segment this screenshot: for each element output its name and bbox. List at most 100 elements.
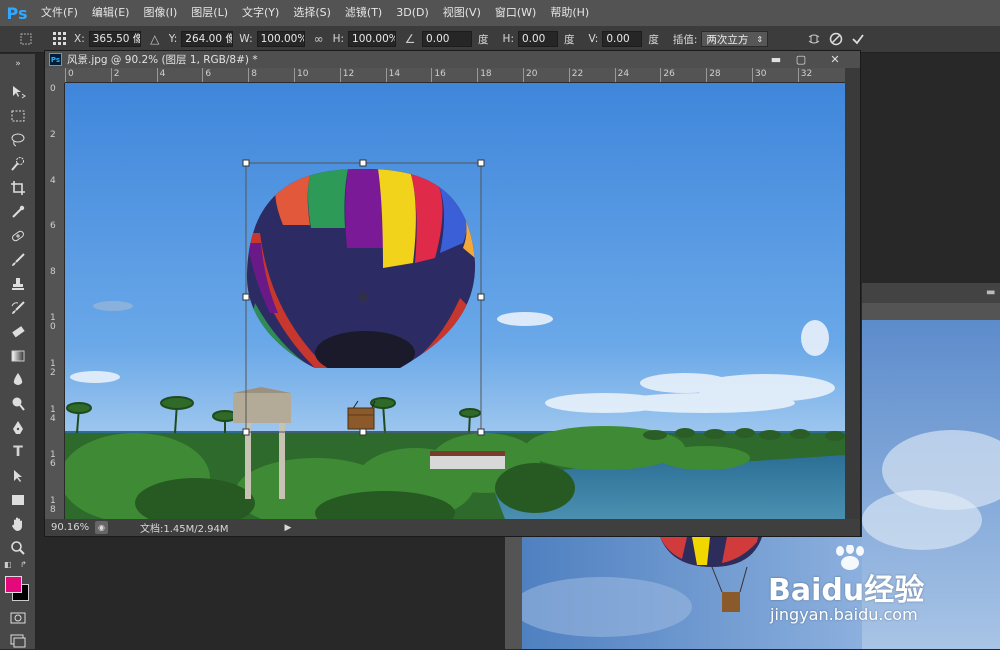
- h-skew-label: H:: [502, 33, 514, 45]
- rectangle-tool-icon[interactable]: [8, 490, 28, 510]
- ruler-top-tick: [568, 68, 570, 82]
- interpolation-value: 两次立方: [706, 33, 749, 46]
- quick-mask-icon[interactable]: [8, 608, 28, 628]
- panel-collapse-icon[interactable]: »: [8, 58, 28, 70]
- rotation-field[interactable]: 0.00: [422, 31, 473, 47]
- menu-select[interactable]: 选择(S): [286, 0, 338, 26]
- ruler-top-tick: [294, 68, 295, 82]
- hand-tool-icon[interactable]: [8, 514, 28, 534]
- menu-help[interactable]: 帮助(H): [543, 0, 596, 26]
- second-window-minimize-icon[interactable]: ▬: [986, 287, 995, 298]
- brush-tool-icon[interactable]: [8, 250, 28, 270]
- interpolation-label: 插值:: [672, 33, 698, 46]
- minimize-button[interactable]: ▬: [764, 51, 788, 68]
- document-info: 文档:1.45M/2.94M: [140, 524, 229, 535]
- ruler-top-tick: [339, 68, 341, 82]
- baidu-watermark: Baidu经验 jingyan.baidu.com: [738, 544, 993, 625]
- photoshop-logo: Ps: [6, 3, 28, 23]
- path-selection-tool-icon[interactable]: [8, 466, 28, 486]
- options-bar: X: 365.50 像 △ Y: 264.00 像 W: 100.00% ∞ H…: [0, 26, 1000, 53]
- lasso-tool-icon[interactable]: [8, 130, 28, 150]
- dodge-tool-icon[interactable]: [8, 394, 28, 414]
- menu-image[interactable]: 图像(I): [136, 0, 184, 26]
- ruler-top-label: 20: [526, 69, 538, 79]
- screen-mode-icon[interactable]: [8, 630, 28, 650]
- ruler-left-label: 18: [50, 496, 56, 516]
- ruler-top-tick: [110, 68, 112, 82]
- lower-window-ruler: [505, 537, 522, 649]
- zoom-tool-icon[interactable]: [8, 538, 28, 558]
- menu-3d[interactable]: 3D(D): [389, 0, 436, 26]
- menu-layer[interactable]: 图层(L): [184, 0, 235, 26]
- v-skew-label: V:: [588, 33, 599, 45]
- quick-selection-tool-icon[interactable]: [8, 154, 28, 174]
- blur-tool-icon[interactable]: [8, 370, 28, 390]
- ruler-top-label: 30: [755, 69, 767, 79]
- menu-view[interactable]: 视图(V): [436, 0, 488, 26]
- warp-mode-icon[interactable]: [806, 31, 822, 47]
- ruler-top-tick: [431, 68, 433, 82]
- menu-filter[interactable]: 滤镜(T): [338, 0, 389, 26]
- vertical-scrollbar[interactable]: [845, 68, 860, 519]
- link-icon[interactable]: ∞: [311, 31, 327, 47]
- h-skew-field[interactable]: 0.00: [517, 31, 558, 47]
- transform-tool-icon[interactable]: [18, 31, 34, 47]
- interpolation-select[interactable]: 两次立方 ⇕: [701, 31, 769, 47]
- eraser-tool-icon[interactable]: [8, 322, 28, 342]
- clone-stamp-tool-icon[interactable]: [8, 274, 28, 294]
- chevron-updown-icon: ⇕: [756, 34, 764, 44]
- width-field[interactable]: 100.00%: [256, 31, 305, 47]
- move-tool-icon[interactable]: [8, 82, 28, 102]
- gradient-tool-icon[interactable]: [8, 346, 28, 366]
- menu-window[interactable]: 窗口(W): [488, 0, 543, 26]
- pen-tool-icon[interactable]: [8, 418, 28, 438]
- ruler-top-label: 10: [297, 69, 309, 79]
- ruler-top-label: 22: [571, 69, 584, 79]
- ruler-top-label: 32: [800, 69, 813, 79]
- ruler-top-label: 24: [617, 69, 630, 79]
- healing-brush-tool-icon[interactable]: [8, 226, 28, 246]
- foreground-color-swatch[interactable]: [5, 576, 22, 593]
- marquee-tool-icon[interactable]: [8, 106, 28, 126]
- crop-tool-icon[interactable]: [8, 178, 28, 198]
- default-colors-icon[interactable]: ◧: [4, 560, 12, 569]
- reference-point-icon[interactable]: [52, 31, 68, 47]
- ruler-top-tick: [614, 68, 616, 82]
- swap-colors-icon[interactable]: ↱: [20, 560, 27, 569]
- horizontal-ruler[interactable]: 0 2 4 6 8 10 12 14 16 18 20 22 24 26 28 30 32: [65, 68, 845, 83]
- type-tool-icon[interactable]: T: [8, 442, 28, 462]
- status-icon[interactable]: ◉: [95, 521, 108, 534]
- ruler-top-label: 28: [709, 69, 721, 79]
- zoom-level[interactable]: 90.16%: [51, 522, 91, 533]
- vertical-ruler[interactable]: 0 2 4 6 8 10 12 14 16 18: [45, 83, 65, 519]
- menu-type[interactable]: 文字(Y): [235, 0, 286, 26]
- history-brush-tool-icon[interactable]: [8, 298, 28, 318]
- menu-file[interactable]: 文件(F): [34, 0, 85, 26]
- eyedropper-tool-icon[interactable]: [8, 202, 28, 222]
- x-label: X:: [74, 33, 85, 45]
- menu-edit[interactable]: 编辑(E): [85, 0, 137, 26]
- ruler-top-label: 0: [68, 69, 74, 79]
- ruler-top-label: 16: [434, 69, 446, 79]
- v-skew-unit: 度: [648, 33, 659, 46]
- y-label: Y:: [168, 33, 178, 45]
- v-skew-field[interactable]: 0.00: [602, 31, 643, 47]
- ruler-origin[interactable]: [45, 68, 65, 83]
- delta-icon[interactable]: △: [147, 31, 163, 47]
- document-canvas[interactable]: [65, 83, 845, 519]
- ruler-left-label: 12: [50, 358, 56, 378]
- x-position-field[interactable]: 365.50 像: [88, 31, 141, 47]
- ruler-top-label: 6: [205, 69, 212, 79]
- status-menu-arrow-icon[interactable]: ▶: [285, 523, 292, 533]
- watermark-url: jingyan.baidu.com: [770, 605, 918, 624]
- commit-transform-icon[interactable]: [850, 31, 866, 47]
- ruler-top-tick: [156, 68, 158, 82]
- close-button[interactable]: ✕: [823, 51, 847, 68]
- document-titlebar[interactable]: Ps 风景.jpg @ 90.2% (图层 1, RGB/8#) * ▬ ▢ ✕: [45, 51, 860, 68]
- ruler-top-label: 4: [159, 69, 166, 79]
- y-position-field[interactable]: 264.00 像: [181, 31, 234, 47]
- cancel-transform-icon[interactable]: [828, 31, 844, 47]
- ruler-top-tick: [752, 68, 753, 82]
- maximize-button[interactable]: ▢: [789, 51, 813, 68]
- height-field[interactable]: 100.00%: [348, 31, 397, 47]
